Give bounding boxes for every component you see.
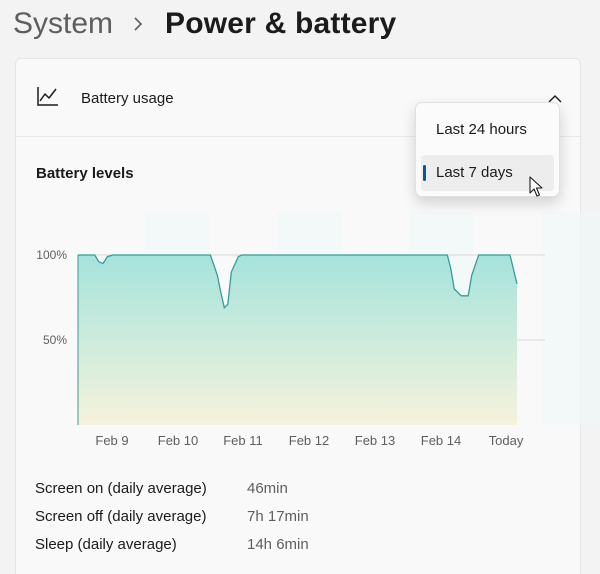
stat-label: Sleep (daily average) bbox=[35, 536, 177, 553]
battery-levels-heading: Battery levels bbox=[36, 165, 134, 182]
chart-icon bbox=[37, 86, 59, 111]
battery-usage-title: Battery usage bbox=[81, 90, 174, 107]
breadcrumb: System Power & battery bbox=[13, 4, 396, 44]
mouse-cursor-icon bbox=[529, 176, 543, 203]
selection-indicator bbox=[423, 165, 426, 181]
stat-value: 14h 6min bbox=[247, 536, 309, 553]
stat-value: 46min bbox=[247, 480, 288, 497]
page-title: Power & battery bbox=[165, 7, 397, 40]
option-label: Last 7 days bbox=[436, 164, 513, 181]
stat-label: Screen on (daily average) bbox=[35, 480, 207, 497]
stat-label: Screen off (daily average) bbox=[35, 508, 207, 525]
chevron-right-icon bbox=[133, 17, 143, 31]
option-last-24-hours[interactable]: Last 24 hours bbox=[421, 112, 554, 148]
stat-value: 7h 17min bbox=[247, 508, 309, 525]
breadcrumb-system-link[interactable]: System bbox=[13, 7, 113, 41]
